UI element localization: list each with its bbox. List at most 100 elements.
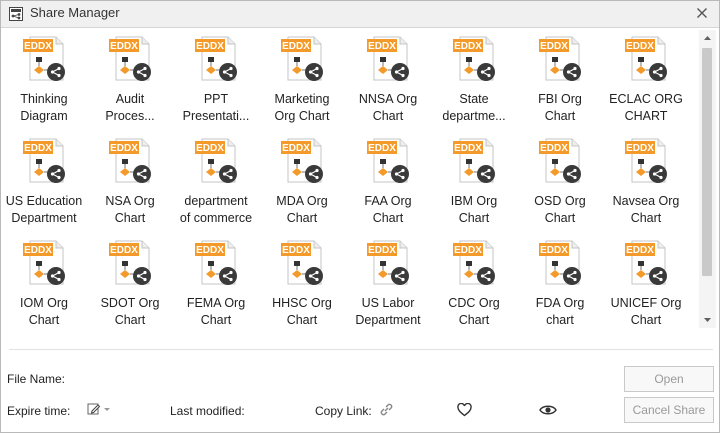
- last-modified-label: Last modified:: [170, 404, 245, 418]
- file-item[interactable]: EDDX IOM Org Chart: [1, 232, 87, 328]
- share-manager-app-icon: [9, 7, 23, 21]
- eddx-share-file-icon: EDDX: [109, 36, 151, 81]
- eddx-badge-text: EDDX: [454, 143, 482, 154]
- eddx-badge-text: EDDX: [626, 143, 654, 154]
- file-label: CDC Org Chart: [448, 296, 500, 327]
- eddx-share-file-icon: EDDX: [281, 240, 323, 285]
- file-label: UNICEF Org Chart: [610, 296, 682, 327]
- eddx-share-file-icon: EDDX: [281, 138, 323, 183]
- file-item[interactable]: EDDX Audit Proces...: [87, 28, 173, 128]
- file-item[interactable]: EDDX HHSC Org Chart: [259, 232, 345, 328]
- eddx-badge-text: EDDX: [24, 143, 52, 154]
- file-label: Marketing Org Chart: [274, 92, 330, 123]
- file-item[interactable]: EDDX SDOT Org Chart: [87, 232, 173, 328]
- file-item[interactable]: EDDX US Education Department: [1, 130, 87, 230]
- file-item[interactable]: EDDX NSA Org Chart: [87, 130, 173, 230]
- eddx-share-file-icon: EDDX: [539, 36, 581, 81]
- eddx-share-file-icon: EDDX: [625, 36, 667, 81]
- file-item[interactable]: EDDX PPT Presentati...: [173, 28, 259, 128]
- eddx-share-file-icon: EDDX: [539, 138, 581, 183]
- file-label: MDA Org Chart: [276, 194, 328, 225]
- file-item[interactable]: EDDX UNICEF Org Chart: [603, 232, 689, 328]
- eddx-share-file-icon: EDDX: [195, 240, 237, 285]
- file-label: US Education Department: [5, 194, 83, 225]
- share-manager-window: Share Manager EDDX Thinking Diagram EDDX Au…: [0, 0, 720, 433]
- vertical-scrollbar[interactable]: [699, 30, 716, 328]
- file-item[interactable]: EDDX State departme...: [431, 28, 517, 128]
- eddx-share-file-icon: EDDX: [23, 36, 65, 81]
- eddx-share-file-icon: EDDX: [367, 138, 409, 183]
- eddx-badge-text: EDDX: [196, 143, 224, 154]
- file-label: IBM Org Chart: [450, 194, 498, 225]
- file-label: SDOT Org Chart: [100, 296, 160, 327]
- file-item[interactable]: EDDX US Labor Department: [345, 232, 431, 328]
- file-label: Audit Proces...: [105, 92, 155, 123]
- file-item[interactable]: EDDX FBI Org Chart: [517, 28, 603, 128]
- eddx-badge-text: EDDX: [540, 143, 568, 154]
- file-item[interactable]: EDDX CDC Org Chart: [431, 232, 517, 328]
- file-item[interactable]: EDDX Navsea Org Chart: [603, 130, 689, 230]
- file-item[interactable]: EDDX NNSA Org Chart: [345, 28, 431, 128]
- file-item[interactable]: EDDX department of commerce: [173, 130, 259, 230]
- eddx-badge-text: EDDX: [540, 41, 568, 52]
- file-label: State departme...: [442, 92, 506, 123]
- eddx-share-file-icon: EDDX: [23, 240, 65, 285]
- open-button[interactable]: Open: [624, 366, 714, 392]
- eddx-badge-text: EDDX: [282, 41, 310, 52]
- eddx-share-file-icon: EDDX: [453, 240, 495, 285]
- eddx-share-file-icon: EDDX: [195, 36, 237, 81]
- file-label: FAA Org Chart: [364, 194, 412, 225]
- eddx-badge-text: EDDX: [24, 245, 52, 256]
- file-item[interactable]: EDDX IBM Org Chart: [431, 130, 517, 230]
- cancel-share-button[interactable]: Cancel Share: [624, 397, 714, 423]
- file-label: ECLAC ORG CHART: [609, 92, 683, 123]
- file-item[interactable]: EDDX FAA Org Chart: [345, 130, 431, 230]
- file-label: US Labor Department: [355, 296, 421, 327]
- eddx-badge-text: EDDX: [368, 245, 396, 256]
- window-title: Share Manager: [30, 5, 120, 20]
- eddx-share-file-icon: EDDX: [109, 138, 151, 183]
- copy-link-label: Copy Link:: [315, 404, 372, 418]
- scroll-thumb[interactable]: [702, 48, 712, 276]
- eddx-share-file-icon: EDDX: [23, 138, 65, 183]
- file-item[interactable]: EDDX Thinking Diagram: [1, 28, 87, 128]
- file-item[interactable]: EDDX ECLAC ORG CHART: [603, 28, 689, 128]
- file-label: FBI Org Chart: [538, 92, 582, 123]
- file-item[interactable]: EDDX FEMA Org Chart: [173, 232, 259, 328]
- scroll-down-arrow-icon[interactable]: [699, 311, 716, 328]
- eddx-badge-text: EDDX: [454, 245, 482, 256]
- eddx-share-file-icon: EDDX: [367, 240, 409, 285]
- eddx-badge-text: EDDX: [196, 245, 224, 256]
- file-item[interactable]: EDDX Marketing Org Chart: [259, 28, 345, 128]
- eddx-badge-text: EDDX: [110, 143, 138, 154]
- title-bar: Share Manager: [1, 1, 719, 28]
- file-item[interactable]: EDDX MDA Org Chart: [259, 130, 345, 230]
- file-label: department of commerce: [179, 194, 253, 225]
- eddx-badge-text: EDDX: [454, 41, 482, 52]
- file-label: HHSC Org Chart: [272, 296, 332, 327]
- scroll-up-arrow-icon[interactable]: [699, 30, 716, 47]
- file-label: NNSA Org Chart: [358, 92, 418, 123]
- heart-icon[interactable]: [457, 403, 472, 417]
- eddx-badge-text: EDDX: [282, 143, 310, 154]
- eddx-share-file-icon: EDDX: [453, 138, 495, 183]
- close-icon[interactable]: [693, 4, 711, 22]
- file-label: FEMA Org Chart: [186, 296, 246, 327]
- edit-pencil-icon[interactable]: [87, 402, 111, 416]
- file-item[interactable]: EDDX FDA Org chart: [517, 232, 603, 328]
- file-grid: EDDX Thinking Diagram EDDX Audit Proces... E…: [1, 28, 699, 328]
- eddx-badge-text: EDDX: [626, 41, 654, 52]
- eddx-badge-text: EDDX: [110, 41, 138, 52]
- expire-time-label: Expire time:: [7, 404, 71, 418]
- file-item[interactable]: EDDX OSD Org Chart: [517, 130, 603, 230]
- eddx-share-file-icon: EDDX: [109, 240, 151, 285]
- file-label: Thinking Diagram: [20, 92, 68, 123]
- link-icon[interactable]: [378, 401, 395, 418]
- eddx-share-file-icon: EDDX: [367, 36, 409, 81]
- eddx-share-file-icon: EDDX: [625, 240, 667, 285]
- file-label: PPT Presentati...: [182, 92, 250, 123]
- eddx-badge-text: EDDX: [24, 41, 52, 52]
- eddx-badge-text: EDDX: [110, 245, 138, 256]
- eddx-badge-text: EDDX: [540, 245, 568, 256]
- eye-icon[interactable]: [539, 403, 557, 417]
